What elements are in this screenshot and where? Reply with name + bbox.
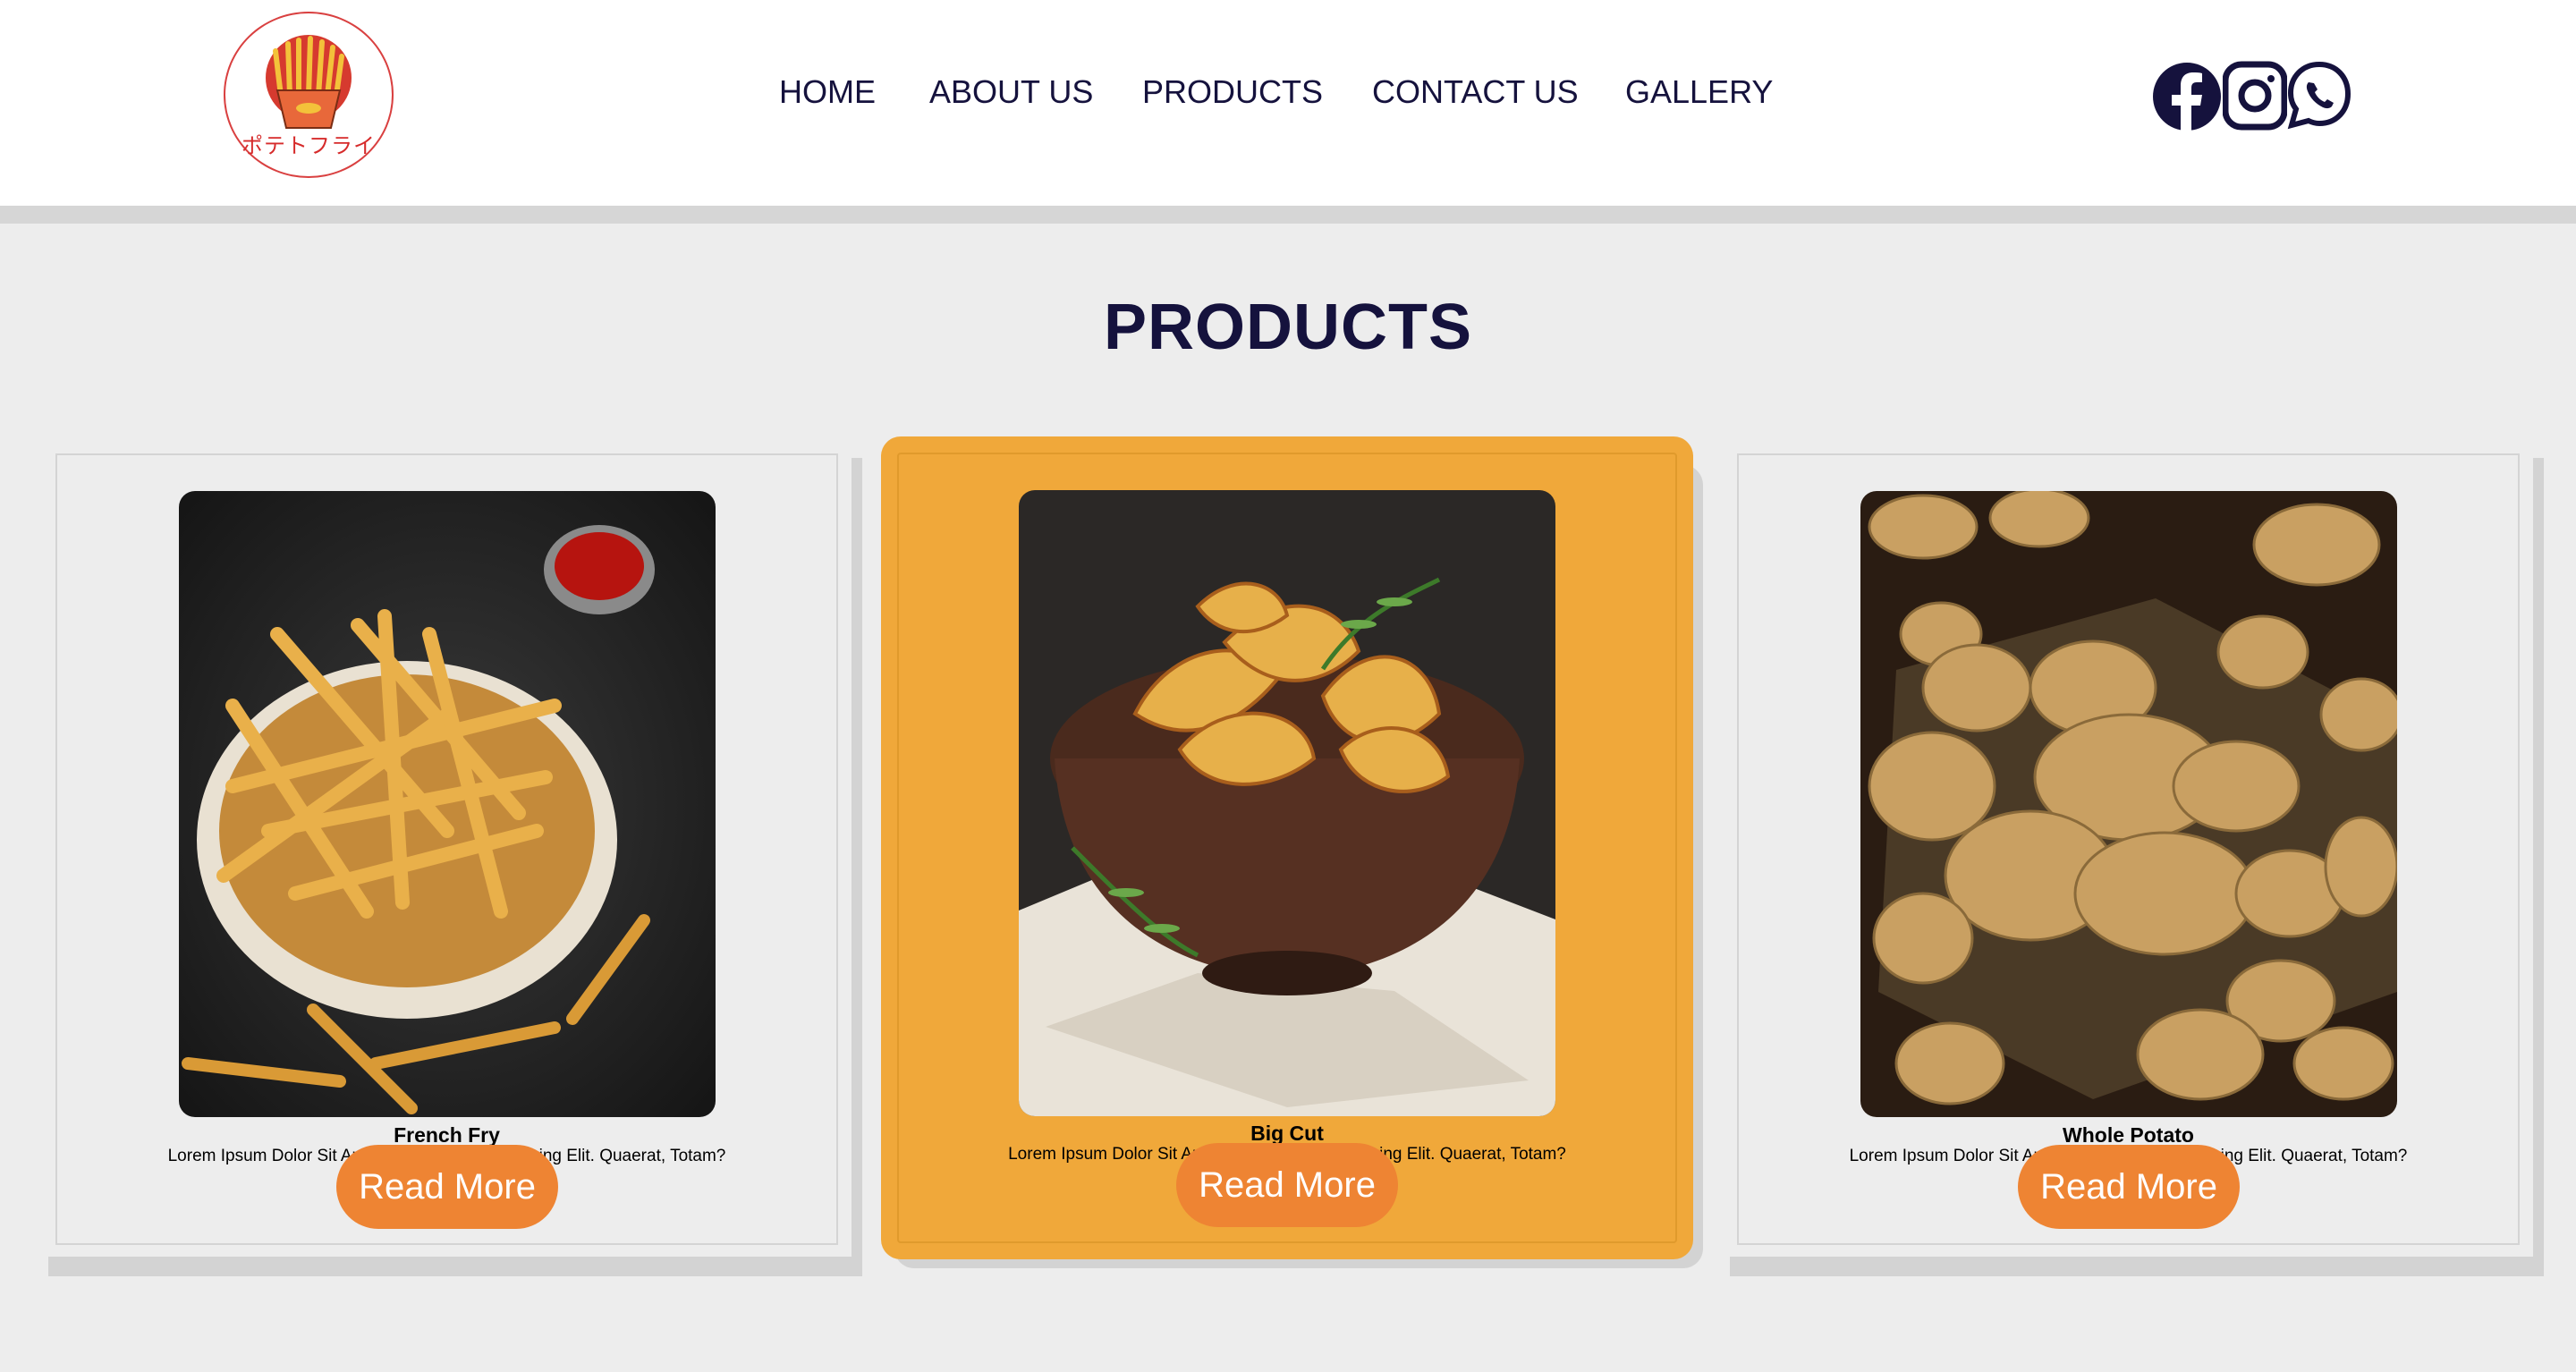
nav-products[interactable]: PRODUCTS: [1142, 73, 1323, 111]
potato-wedges-photo: [1019, 490, 1555, 1116]
whole-potatoes-photo: [1860, 491, 2397, 1117]
nav-about-us[interactable]: ABOUT US: [929, 73, 1093, 111]
nav-home[interactable]: HOME: [779, 73, 876, 111]
header-divider: [0, 206, 2576, 224]
nav-contact-us[interactable]: CONTACT US: [1372, 73, 1579, 111]
product-card-french-fry: French Fry Lorem Ipsum Dolor Sit Amet Co…: [55, 453, 838, 1245]
product-card-whole-potato: Whole Potato Lorem Ipsum Dolor Sit Amet …: [1737, 453, 2520, 1245]
nav-gallery[interactable]: GALLERY: [1625, 73, 1773, 111]
whatsapp-icon[interactable]: [2286, 59, 2352, 131]
product-name: French Fry: [394, 1123, 500, 1147]
product-card-big-cut: Big Cut Lorem Ipsum Dolor Sit Amet Conse…: [881, 436, 1693, 1259]
card-shadow: [2533, 458, 2544, 1276]
section-title: PRODUCTS: [1103, 292, 1472, 363]
product-name: Whole Potato: [2063, 1123, 2194, 1147]
french-fries-photo: [179, 491, 716, 1117]
instagram-icon[interactable]: [2223, 59, 2287, 132]
facebook-icon[interactable]: [2151, 59, 2223, 134]
read-more-button[interactable]: Read More: [1176, 1143, 1398, 1227]
read-more-button[interactable]: Read More: [2018, 1145, 2240, 1229]
logo-text: ポテトフライ: [242, 133, 376, 158]
logo[interactable]: ポテトフライ: [224, 12, 394, 178]
site-header: ポテトフライ HOME ABOUT US PRODUCTS CONTACT US…: [0, 0, 2576, 206]
card-shadow: [48, 1257, 862, 1276]
product-name: Big Cut: [1250, 1122, 1324, 1145]
card-shadow: [852, 458, 862, 1276]
card-shadow: [1730, 1257, 2544, 1276]
read-more-button[interactable]: Read More: [336, 1145, 558, 1229]
